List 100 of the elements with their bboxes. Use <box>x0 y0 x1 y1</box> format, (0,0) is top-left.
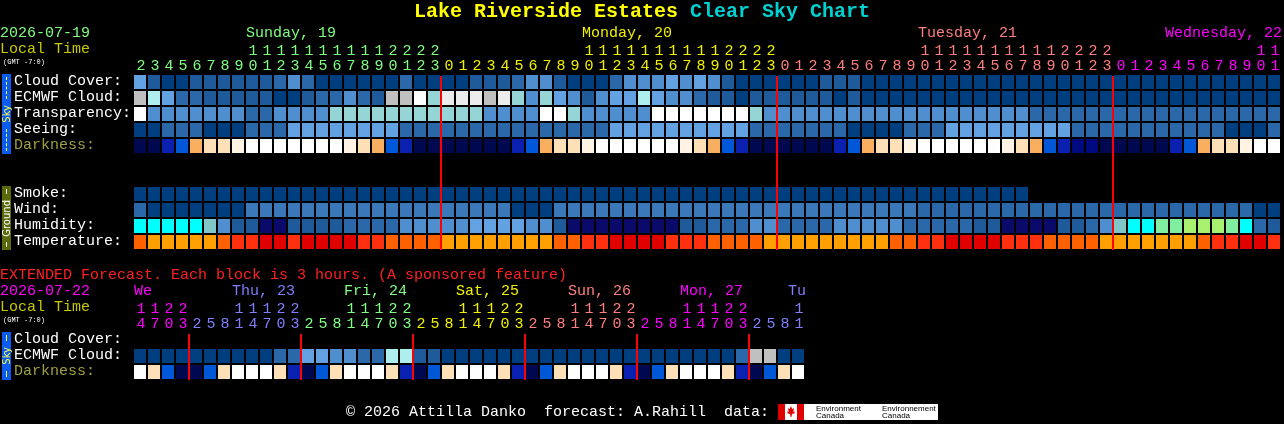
hour-label: 14 <box>304 44 314 74</box>
hour-label: 8 <box>780 317 790 332</box>
hour-label: 14 <box>696 302 706 332</box>
hour-label: 5 <box>318 317 328 332</box>
row-label: Darkness: <box>14 364 96 380</box>
hour-label: 17 <box>486 302 496 332</box>
hour-label: 19 <box>1046 44 1056 74</box>
hour-label: 6 <box>864 59 874 74</box>
hour-label: 2 <box>640 317 650 332</box>
chart-title: Clear Sky Chart <box>690 0 871 25</box>
hour-label: 10 <box>248 44 258 74</box>
row-label: Seeing: <box>14 122 78 138</box>
hour-label: 12 <box>948 44 958 74</box>
hour-label: 17 <box>682 44 692 74</box>
hour-label: 7 <box>1214 59 1224 74</box>
hour-label: 1 <box>794 59 804 74</box>
hour-label: 14 <box>136 302 146 332</box>
logo-text: Environnement Canada <box>882 405 937 419</box>
day-label: Tu <box>788 284 806 300</box>
hour-label: 20 <box>500 302 510 332</box>
hour-label: 6 <box>192 59 202 74</box>
day-label: Monday, 20 <box>582 26 673 42</box>
day-label: Fri, 24 <box>344 284 408 300</box>
hour-label: 2 <box>528 317 538 332</box>
hour-label: 14 <box>472 302 482 332</box>
hour-label: 2 <box>1144 59 1154 74</box>
hour-label: 17 <box>262 302 272 332</box>
hour-label: 20 <box>612 302 622 332</box>
local-time-label: Local Time <box>0 42 90 58</box>
hour-label: 16 <box>332 44 342 74</box>
hour-label: 17 <box>1018 44 1028 74</box>
hour-label: 8 <box>444 317 454 332</box>
hour-label: 14 <box>360 302 370 332</box>
hour-label: 20 <box>724 44 734 74</box>
hour-label: 22 <box>1088 44 1098 74</box>
day-label: Tuesday, 21 <box>918 26 1019 42</box>
hour-label: 20 <box>388 302 398 332</box>
logo-text: Environment Canada <box>816 405 862 419</box>
hour-label: 23 <box>766 44 776 74</box>
hour-label: 5 <box>1186 59 1196 74</box>
hour-label: 9 <box>906 59 916 74</box>
forecast-date: 2026-07-19 <box>0 26 90 42</box>
hour-label: 10 <box>1256 44 1266 74</box>
hour-label: 23 <box>1102 44 1112 74</box>
hour-label: 3 <box>486 59 496 74</box>
hour-label: 14 <box>976 44 986 74</box>
hour-label: 17 <box>598 302 608 332</box>
hour-label: 8 <box>892 59 902 74</box>
hour-label: 10 <box>920 44 930 74</box>
hour-label: 11 <box>346 302 356 332</box>
local-time-label: Local Time <box>0 300 90 316</box>
hour-label: 8 <box>668 317 678 332</box>
site-title: Lake Riverside Estates <box>413 0 678 25</box>
hour-label: 11 <box>262 44 272 74</box>
hour-label: 23 <box>626 302 636 332</box>
hour-label: 11 <box>458 302 468 332</box>
hour-label: 4 <box>1172 59 1182 74</box>
hour-label: 2 <box>416 317 426 332</box>
flag-icon <box>778 404 805 420</box>
hour-label: 21 <box>738 44 748 74</box>
hour-label: 23 <box>514 302 524 332</box>
hour-label: 4 <box>164 59 174 74</box>
hour-label: 3 <box>822 59 832 74</box>
row-label: Humidity: <box>14 218 96 234</box>
hour-label: 17 <box>710 302 720 332</box>
hour-label: 2 <box>192 317 202 332</box>
hour-label: 18 <box>1032 44 1042 74</box>
hour-label: 13 <box>962 44 972 74</box>
hour-label: 2 <box>752 317 762 332</box>
row-label: Darkness: <box>14 138 96 154</box>
hour-label: 13 <box>626 44 636 74</box>
hour-label: 5 <box>850 59 860 74</box>
hour-label: 11 <box>934 44 944 74</box>
hour-label: 3 <box>1158 59 1168 74</box>
day-label: We <box>134 284 153 300</box>
hour-label: 20 <box>276 302 286 332</box>
credit-text: © 2026 Attilla Danko forecast: A.Rahill data: <box>345 403 770 421</box>
hour-label: 21 <box>402 44 412 74</box>
hour-label: 12 <box>276 44 286 74</box>
hour-label: 0 <box>780 59 790 74</box>
hour-label: 5 <box>654 317 664 332</box>
hour-label: 17 <box>346 44 356 74</box>
day-label: Thu, 23 <box>232 284 296 300</box>
hour-label: 18 <box>696 44 706 74</box>
hour-label: 11 <box>794 302 804 332</box>
hour-label: 15 <box>990 44 1000 74</box>
hour-label: 13 <box>290 44 300 74</box>
hour-label: 16 <box>668 44 678 74</box>
hour-label: 1 <box>458 59 468 74</box>
forecast-date: 2026-07-22 <box>0 284 90 300</box>
hour-label: 15 <box>318 44 328 74</box>
hour-label: 11 <box>682 302 692 332</box>
hour-label: 11 <box>1270 44 1280 74</box>
hour-label: 5 <box>514 59 524 74</box>
hour-label: 14 <box>248 302 258 332</box>
row-label: Wind: <box>14 202 60 218</box>
hour-label: 2 <box>472 59 482 74</box>
hour-label: 23 <box>290 302 300 332</box>
hour-label: 0 <box>444 59 454 74</box>
hour-label: 5 <box>766 317 776 332</box>
